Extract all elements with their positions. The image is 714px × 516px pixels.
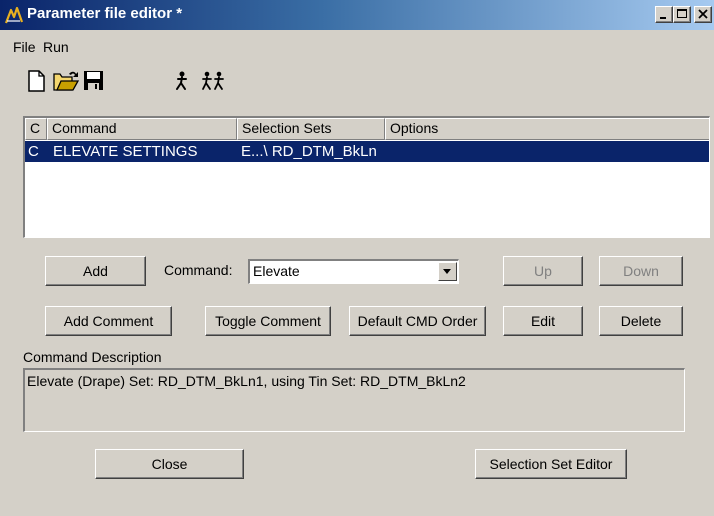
command-select[interactable]: Elevate xyxy=(248,259,459,284)
save-button[interactable] xyxy=(80,68,110,94)
column-header-c[interactable]: C xyxy=(25,118,47,140)
run-all-button[interactable] xyxy=(199,68,229,94)
row-command-cell: ELEVATE SETTINGS xyxy=(53,143,198,160)
command-list[interactable]: C Command Selection Sets Options C ELEVA… xyxy=(23,116,710,238)
menu-file[interactable]: File xyxy=(11,39,38,55)
row-selection-sets-cell: E...\ RD_DTM_BkLn xyxy=(241,143,377,160)
toggle-comment-button[interactable]: Toggle Comment xyxy=(205,306,331,336)
column-header-command[interactable]: Command xyxy=(47,118,237,140)
maximize-button[interactable] xyxy=(673,6,691,23)
command-label: Command: xyxy=(164,262,233,278)
close-window-button[interactable] xyxy=(694,6,712,23)
menu-run[interactable]: Run xyxy=(41,39,71,55)
column-header-selection-sets[interactable]: Selection Sets xyxy=(237,118,385,140)
parameter-file-editor-window: Parameter file editor * File Run C Comma… xyxy=(0,0,714,516)
table-row[interactable]: C ELEVATE SETTINGS E...\ RD_DTM_BkLn xyxy=(25,141,709,162)
add-button[interactable]: Add xyxy=(45,256,146,286)
selection-set-editor-button[interactable]: Selection Set Editor xyxy=(475,449,627,479)
toolbar xyxy=(0,64,714,98)
open-file-button[interactable] xyxy=(51,68,81,94)
command-description-label: Command Description xyxy=(23,349,162,365)
command-select-value: Elevate xyxy=(253,263,300,279)
app-icon xyxy=(4,5,24,25)
menu-bar: File Run xyxy=(0,36,714,58)
list-header: C Command Selection Sets Options xyxy=(25,118,709,140)
command-select-dropdown-button[interactable] xyxy=(438,262,457,281)
minimize-button[interactable] xyxy=(655,6,673,23)
row-c-cell: C xyxy=(28,143,39,160)
command-description-box: Elevate (Drape) Set: RD_DTM_BkLn1, using… xyxy=(23,368,685,432)
add-comment-button[interactable]: Add Comment xyxy=(45,306,172,336)
run-one-button[interactable] xyxy=(168,68,198,94)
new-file-button[interactable] xyxy=(24,68,54,94)
up-button[interactable]: Up xyxy=(503,256,583,286)
window-title: Parameter file editor * xyxy=(27,5,183,22)
default-cmd-order-button[interactable]: Default CMD Order xyxy=(349,306,486,336)
delete-button[interactable]: Delete xyxy=(599,306,683,336)
down-button[interactable]: Down xyxy=(599,256,683,286)
close-button[interactable]: Close xyxy=(95,449,244,479)
column-header-options[interactable]: Options xyxy=(385,118,709,140)
title-bar[interactable]: Parameter file editor * xyxy=(0,0,714,30)
edit-button[interactable]: Edit xyxy=(503,306,583,336)
